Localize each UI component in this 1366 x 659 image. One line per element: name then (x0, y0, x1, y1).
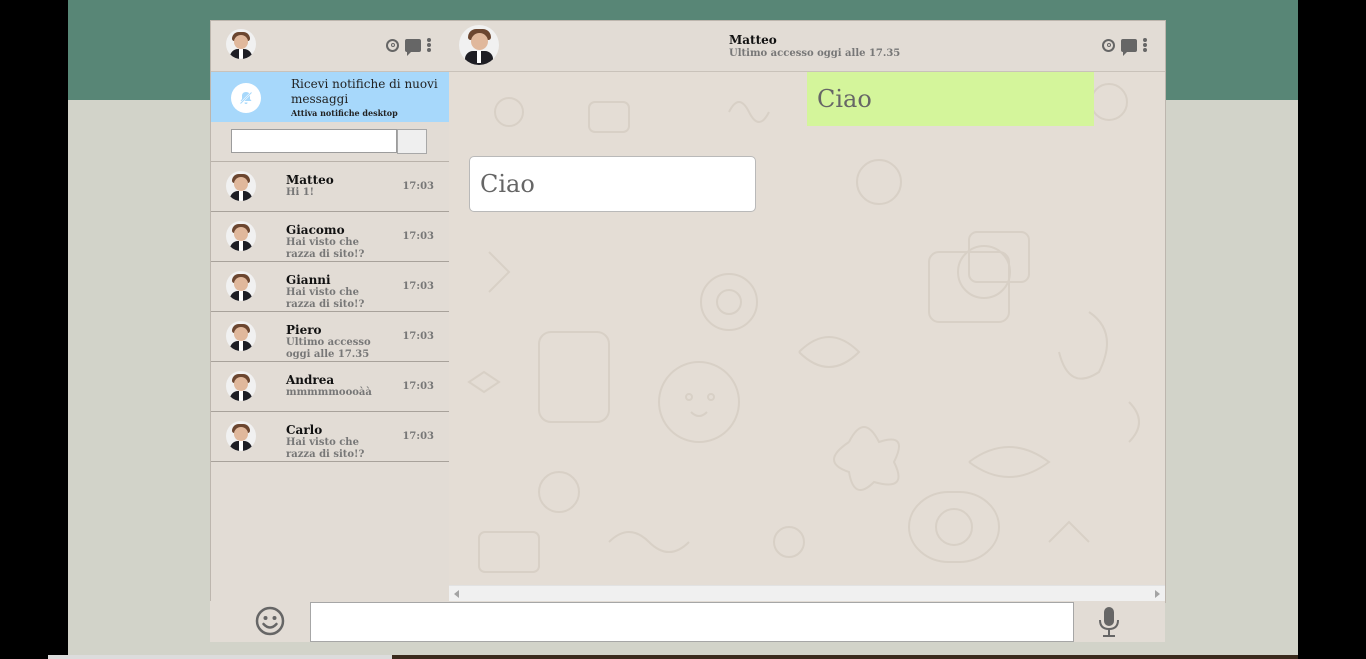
conversation-panel: Matteo Ultimo accesso oggi alle 17.35 Ci… (449, 20, 1166, 603)
chat-icon[interactable] (405, 38, 421, 56)
message-composer (210, 601, 1165, 642)
horizontal-scrollbar[interactable] (449, 585, 1165, 602)
chat-name: Gianni (286, 273, 331, 287)
contact-avatar[interactable] (459, 25, 499, 65)
chat-preview: Hi 1! (286, 187, 315, 198)
avatar (226, 371, 256, 401)
chat-preview: Ultimo accesso oggi alle 17.35 (286, 337, 371, 360)
notification-title: Ricevi notifiche di nuovi messaggi (291, 77, 438, 106)
chat-time: 17:03 (402, 431, 434, 442)
menu-dots-icon[interactable] (427, 38, 431, 52)
chat-list-item[interactable]: Gianni Hai visto che razza di sito!? 17:… (211, 262, 449, 312)
search-row (211, 122, 449, 162)
my-avatar[interactable] (226, 29, 256, 59)
bell-off-icon[interactable] (231, 83, 261, 113)
user-circle-icon[interactable] (386, 38, 399, 52)
doodle-background (467, 83, 1140, 573)
left-header (211, 21, 449, 72)
avatar (226, 271, 256, 301)
chat-time: 17:03 (402, 181, 434, 192)
avatar (226, 321, 256, 351)
chat-icon[interactable] (1121, 38, 1137, 56)
chat-preview: Hai visto che razza di sito!? (286, 287, 365, 310)
chat-preview: Hai visto che razza di sito!? (286, 437, 365, 460)
contact-name: Matteo (729, 33, 777, 47)
chat-time: 17:03 (402, 331, 434, 342)
chat-preview: mmmmmoooàà (286, 387, 372, 398)
chat-list: Matteo Hi 1! 17:03 Giacomo Hai visto che… (211, 162, 449, 462)
search-button[interactable] (397, 129, 427, 154)
chat-name: Giacomo (286, 223, 345, 237)
smiley-icon[interactable] (255, 606, 285, 636)
user-circle-icon[interactable] (1102, 38, 1115, 52)
conversation-header: Matteo Ultimo accesso oggi alle 17.35 (449, 21, 1165, 72)
chat-name: Carlo (286, 423, 323, 437)
chat-list-item[interactable]: Giacomo Hai visto che razza di sito!? 17… (211, 212, 449, 262)
chat-name: Andrea (286, 373, 335, 387)
bottom-strip (392, 655, 1298, 659)
incoming-message: Ciao (469, 156, 756, 212)
chat-time: 17:03 (402, 381, 434, 392)
conversation-area[interactable]: Ciao Ciao (449, 72, 1165, 585)
chat-name: Piero (286, 323, 322, 337)
bottom-strip (48, 655, 392, 659)
avatar (226, 171, 256, 201)
chat-name: Matteo (286, 173, 334, 187)
avatar (226, 421, 256, 451)
notification-subtitle[interactable]: Attiva notifiche desktop (291, 108, 398, 118)
scroll-right-arrow-icon[interactable] (1155, 590, 1160, 598)
message-input[interactable] (310, 602, 1074, 642)
menu-dots-icon[interactable] (1143, 38, 1147, 52)
search-input[interactable] (231, 129, 397, 153)
scroll-left-arrow-icon[interactable] (454, 590, 459, 598)
left-panel: Ricevi notifiche di nuovi messaggi Attiv… (210, 20, 450, 603)
chat-list-item[interactable]: Matteo Hi 1! 17:03 (211, 162, 449, 212)
microphone-icon[interactable] (1098, 606, 1120, 638)
chat-list-item[interactable]: Piero Ultimo accesso oggi alle 17.35 17:… (211, 312, 449, 362)
chat-time: 17:03 (402, 281, 434, 292)
outgoing-message: Ciao (807, 72, 1094, 126)
chat-list-item[interactable]: Carlo Hai visto che razza di sito!? 17:0… (211, 412, 449, 462)
contact-status: Ultimo accesso oggi alle 17.35 (729, 48, 901, 59)
notification-banner[interactable]: Ricevi notifiche di nuovi messaggi Attiv… (211, 72, 449, 122)
chat-time: 17:03 (402, 231, 434, 242)
avatar (226, 221, 256, 251)
chat-preview: Hai visto che razza di sito!? (286, 237, 365, 260)
chat-list-item[interactable]: Andrea mmmmmoooàà 17:03 (211, 362, 449, 412)
